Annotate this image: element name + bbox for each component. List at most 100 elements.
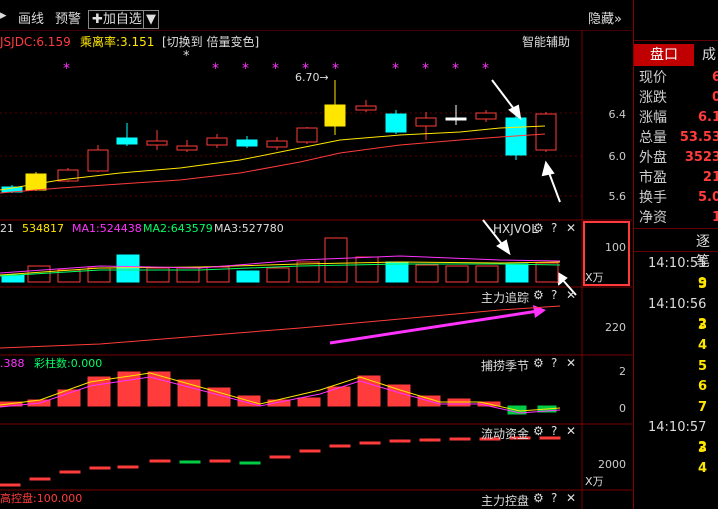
quote-value: 53.53 [679, 130, 718, 145]
quote-row: 涨跌 0 [639, 88, 718, 108]
magenta-trend-arrow [329, 305, 546, 345]
draw-line-button[interactable]: 画线 [18, 8, 44, 27]
vol-ma3: MA3:527780 [214, 222, 284, 235]
candle-body [25, 173, 47, 191]
quote-label: 涨跌 [639, 90, 667, 106]
candle-body [176, 145, 198, 151]
hide-button[interactable]: 隐藏» [588, 8, 622, 27]
help-icon[interactable]: ? [551, 288, 557, 302]
price-axis-tick: 5.6 [608, 190, 627, 203]
caizhu-count: 彩柱数:0.000 [34, 357, 103, 370]
gear-icon[interactable]: ⚙ [533, 221, 544, 235]
tick-volume: 4 [698, 338, 708, 353]
gear-icon[interactable]: ⚙ [533, 288, 544, 302]
volume-bar [505, 263, 529, 283]
vol-indicator-name[interactable]: HXJVOL [493, 222, 538, 236]
season-bar [297, 397, 321, 407]
quote-label: 净资 [639, 210, 667, 226]
liquidity-axis-tick: 2000 [598, 458, 626, 471]
quote-label: 总量 [639, 130, 667, 146]
vol-value: 534817 [22, 222, 64, 235]
price-axis-tick: 6.4 [608, 108, 627, 121]
candle-body [415, 117, 437, 127]
tick-volume: 5 [698, 358, 708, 374]
vol-axis-tick: 100 [605, 241, 626, 254]
help-icon[interactable]: ? [551, 356, 557, 370]
candle-body [355, 105, 377, 111]
alert-button[interactable]: 预警 [55, 8, 81, 27]
switch-text[interactable]: [切换到 倍量变色] [162, 36, 259, 48]
close-icon[interactable]: ✕ [566, 221, 576, 235]
liquidity-unit: X万 [585, 475, 604, 488]
help-icon[interactable]: ? [551, 221, 557, 235]
quote-label: 涨幅 [639, 110, 667, 126]
gear-icon[interactable]: ⚙ [533, 356, 544, 370]
quote-value: 5.0 [697, 190, 718, 205]
volume-bar [445, 265, 469, 283]
add-watchlist-dropdown[interactable]: ▼ [143, 10, 159, 29]
panel3-axis-tick: 220 [605, 321, 626, 334]
quote-value: 21 [702, 170, 718, 185]
tick-volume: 3 [698, 317, 708, 333]
close-icon[interactable]: ✕ [566, 491, 576, 505]
capture-season-title[interactable]: 捕捞季节 [481, 357, 529, 374]
toolbar-left-arrow[interactable]: ▸ [0, 8, 7, 23]
control-left-text: 高控盘:100.000 [0, 492, 83, 505]
volume-bar [355, 256, 379, 283]
candle-body [206, 137, 228, 146]
smart-assist-label[interactable]: 智能辅助 [522, 36, 570, 48]
tick-volume: 6 [698, 379, 708, 394]
vol-unit: X万 [585, 271, 604, 284]
quote-value: 6 [711, 70, 718, 85]
main-force-tracking-title[interactable]: 主力追踪 [481, 289, 529, 306]
volume-bar [266, 267, 290, 283]
season-bar [357, 375, 381, 407]
gear-icon[interactable]: ⚙ [533, 491, 544, 505]
gear-icon[interactable]: ⚙ [533, 424, 544, 438]
ma-yellow-line [0, 125, 546, 191]
add-watchlist-button[interactable]: ✚加自选 [88, 10, 144, 29]
volume-bar [324, 237, 348, 283]
candle-body [87, 149, 109, 172]
star-mark: * [392, 61, 399, 77]
candle-body [116, 137, 138, 145]
quote-label: 市盈 [639, 170, 667, 186]
help-icon[interactable]: ? [551, 491, 557, 505]
star-mark: * [482, 61, 489, 77]
vol-ma1: MA1:524438 [72, 222, 142, 235]
volume-bar [296, 261, 320, 283]
liquidity-bar [117, 465, 139, 469]
liquidity-bar [389, 439, 411, 443]
quote-value: 3523 [684, 150, 718, 165]
liquidity-bar [299, 449, 321, 453]
candle-body [146, 140, 168, 146]
liquidity-bar [149, 459, 171, 463]
tab-right[interactable]: 成 [702, 44, 718, 66]
tab-pankou[interactable]: 盘口 [634, 44, 694, 66]
indicator-name: JSJDC:6.159 [0, 35, 71, 49]
season-axis-tick: 0 [619, 402, 626, 415]
quote-value: 0 [711, 90, 718, 105]
vol-prefix: 21 [0, 222, 14, 235]
signal-stars: * * * * * * * * * * [63, 61, 489, 77]
quote-label: 现价 [639, 70, 667, 86]
tick-time: 14:10:56 [648, 297, 707, 312]
liquidity-bar [419, 438, 441, 442]
liquidity-title[interactable]: 流动资金 [481, 425, 529, 442]
close-icon[interactable]: ✕ [566, 424, 576, 438]
main-control-title[interactable]: 主力控盘 [481, 492, 529, 509]
deviation-rate: 乘离率:3.151 [80, 35, 155, 49]
liquidity-bar [269, 455, 291, 459]
volume-bar [415, 264, 439, 283]
close-icon[interactable]: ✕ [566, 288, 576, 302]
candlesticks [1, 80, 557, 193]
star-mark: * [63, 61, 70, 77]
star-mark: * [212, 61, 219, 77]
close-icon[interactable]: ✕ [566, 356, 576, 370]
quote-panel-top [634, 0, 718, 41]
star-mark: * [242, 61, 249, 77]
volume-bar [535, 262, 559, 283]
main-force-line [0, 305, 561, 349]
quote-label: 外盘 [639, 150, 667, 166]
help-icon[interactable]: ? [551, 424, 557, 438]
